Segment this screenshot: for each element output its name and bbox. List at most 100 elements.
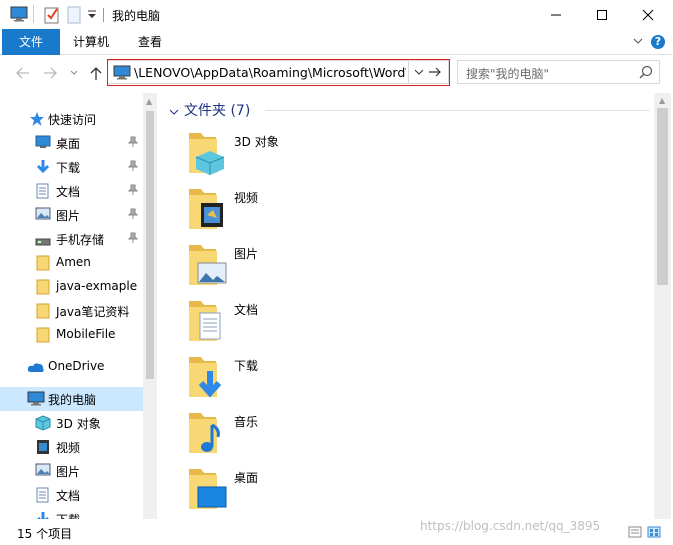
sidebar-item-label: 图片 [56,209,81,223]
download-icon [35,159,51,178]
sidebar-item-label: OneDrive [48,359,105,373]
folder-item-3d-objects[interactable]: 3D 对象 [186,129,486,181]
watermark: https://blog.csdn.net/qq_3895 [420,519,601,533]
folder-label: 图片 [234,247,259,261]
sidebar-item-label: java-exmaple [56,279,138,293]
forward-arrow-icon [44,67,57,79]
up-arrow-icon [90,67,102,80]
forward-button[interactable] [42,65,58,81]
pin-icon[interactable] [127,208,139,223]
sidebar-item-label: 桌面 [56,137,81,151]
sidebar-item-quick-access[interactable]: 快速访问 [0,107,143,131]
pin-icon[interactable] [127,160,139,175]
divider [103,8,104,22]
drive-icon [35,235,51,249]
sidebar-item-videos[interactable]: 视频 [0,435,143,459]
pin-icon[interactable] [127,136,139,151]
sidebar-item-label: 文档 [56,489,81,503]
tab-file[interactable]: 文件 [2,29,60,55]
sidebar-item-label: Amen [56,255,91,269]
desktop-folder-icon [186,465,228,514]
maximize-button[interactable] [579,0,625,29]
properties-icon[interactable] [44,6,60,27]
scroll-up-icon[interactable]: ▲ [146,97,152,106]
sidebar-item-phone-storage[interactable]: 手机存储 [0,227,143,251]
help-icon[interactable]: ? [651,35,665,49]
close-button[interactable] [625,0,671,29]
sidebar-item-3d-objects[interactable]: 3D 对象 [0,411,143,435]
sidebar-item-label: 3D 对象 [56,417,101,431]
chevron-down-icon[interactable] [169,106,179,120]
folder-label: 下载 [234,359,259,373]
document-icon [36,183,50,202]
folder-item-pictures[interactable]: 图片 [186,241,486,293]
search-box[interactable]: 搜索"我的电脑" [457,60,660,84]
download-icon [35,511,51,519]
sidebar-item-documents[interactable]: 文档 [0,179,143,203]
pin-icon[interactable] [127,184,139,199]
sidebar-item-label: 视频 [56,441,81,455]
sidebar-item-downloads[interactable]: 下载 [0,155,143,179]
sidebar-item-label: MobileFile [56,327,116,341]
details-view-icon[interactable] [628,525,664,542]
chevron-down-icon [70,70,78,75]
computer-icon [10,6,28,25]
document-icon [36,487,50,506]
folder-item-music[interactable]: 音乐 [186,409,486,461]
content-scrollbar[interactable]: ▲ [654,93,671,519]
sidebar-item-downloads-pc[interactable]: 下载 [0,507,143,519]
scrollbar-thumb[interactable] [657,108,668,285]
sidebar-item-pictures[interactable]: 图片 [0,203,143,227]
scrollbar-thumb[interactable] [146,111,154,379]
title-bar: 我的电脑 [0,0,673,29]
sidebar-item-onedrive[interactable]: OneDrive [0,355,143,379]
sidebar-item-desktop[interactable]: 桌面 [0,131,143,155]
back-button[interactable] [15,65,31,81]
divider [33,5,34,23]
close-icon [642,9,654,20]
navigation-pane: 快速访问 桌面 下载 文档 图片 手机存储 Amen java-exmaple … [0,93,157,519]
sidebar-item-this-pc[interactable]: 我的电脑 [0,387,143,411]
expand-ribbon-icon[interactable] [632,35,644,50]
sidebar-item-label: 快速访问 [48,113,97,127]
scroll-up-icon[interactable]: ▲ [659,96,665,105]
3d-objects-folder-icon [186,129,228,178]
tab-computer[interactable]: 计算机 [62,29,120,55]
pin-icon[interactable] [127,232,139,247]
divider [265,110,650,111]
chevron-down-icon [414,69,423,75]
tab-view[interactable]: 查看 [126,29,174,55]
sidebar-item-label: 我的电脑 [48,393,97,407]
sidebar-item-java-exmaple[interactable]: java-exmaple [0,275,143,299]
sidebar-item-mobilefile[interactable]: MobileFile [0,323,143,347]
search-icon[interactable] [639,65,653,82]
minimize-button[interactable] [533,0,579,29]
folder-item-documents[interactable]: 文档 [186,297,486,349]
folder-item-downloads[interactable]: 下载 [186,353,486,405]
star-icon [29,111,45,130]
back-arrow-icon [16,67,29,79]
folder-item-desktop[interactable]: 桌面 [186,465,486,517]
sidebar-item-pictures-pc[interactable]: 图片 [0,459,143,483]
folder-item-videos[interactable]: 视频 [186,185,486,237]
cloud-icon [27,361,45,376]
item-count: 15 个项目 [17,527,73,541]
recent-locations-button[interactable] [66,65,82,81]
folder-label: 3D 对象 [234,135,279,149]
new-folder-icon[interactable] [67,6,81,27]
minimize-icon [551,14,561,15]
group-header[interactable]: 文件夹 (7) [184,100,250,120]
sidebar-item-java-notes[interactable]: Java笔记资料 [0,299,143,323]
ribbon: 文件 计算机 查看 ? [0,29,673,55]
folder-label: 文档 [234,303,259,317]
up-button[interactable] [88,65,104,81]
go-button[interactable] [424,61,446,83]
address-path[interactable]: \LENOVO\AppData\Roaming\Microsoft\Word\ [134,65,406,80]
sidebar-item-amen[interactable]: Amen [0,251,143,275]
sidebar-item-label: 下载 [56,161,81,175]
sidebar-scrollbar[interactable]: ▲ [143,93,157,519]
address-bar[interactable]: \LENOVO\AppData\Roaming\Microsoft\Word\ [107,60,449,84]
search-input[interactable]: 搜索"我的电脑" [466,65,549,82]
customize-quick-access-icon[interactable] [87,9,97,23]
sidebar-item-documents-pc[interactable]: 文档 [0,483,143,507]
